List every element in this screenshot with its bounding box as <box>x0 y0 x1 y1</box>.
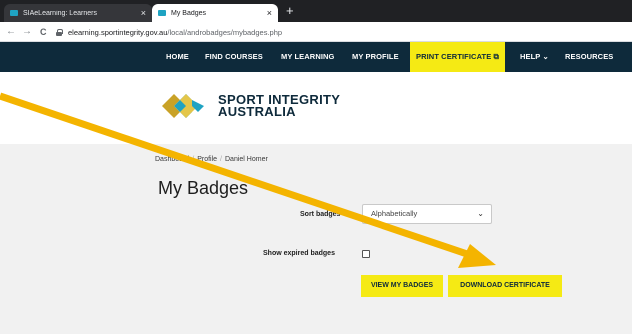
nav-my-profile[interactable]: MY PROFILE <box>352 42 399 72</box>
screenshot-root: SIAeLearning: Learners × My Badges × + ←… <box>0 0 632 334</box>
nav-my-learning[interactable]: MY LEARNING <box>281 42 334 72</box>
logo-line-2: AUSTRALIA <box>218 104 296 119</box>
url-text: elearning.sportintegrity.gov.au/local/an… <box>68 28 282 37</box>
lock-icon <box>56 28 63 36</box>
sport-integrity-logo-icon[interactable] <box>160 86 210 126</box>
browser-tab-my-badges[interactable]: My Badges × <box>152 4 278 22</box>
site-header: SPORT INTEGRITY AUSTRALIA <box>0 72 632 144</box>
nav-find-courses[interactable]: FIND COURSES <box>205 42 263 72</box>
breadcrumb: Dashboard / Profile / Daniel Homer <box>155 156 268 163</box>
close-tab-icon[interactable]: × <box>267 8 272 18</box>
tab-title: SIAeLearning: Learners <box>23 9 97 17</box>
breadcrumb-current: Daniel Homer <box>225 156 268 163</box>
view-my-badges-button[interactable]: VIEW MY BADGES <box>361 275 443 297</box>
site-favicon-icon <box>10 10 18 16</box>
breadcrumb-separator: / <box>192 156 195 163</box>
browser-tab-learners[interactable]: SIAeLearning: Learners × <box>4 4 152 22</box>
url-path: /local/androbadges/mybadges.php <box>167 27 283 37</box>
nav-print-certificate[interactable]: PRINT CERTIFICATE ⧉ <box>410 42 505 72</box>
url-host: elearning.sportintegrity.gov.au <box>68 27 168 37</box>
chevron-down-icon: ⌄ <box>477 209 484 218</box>
browser-address-bar: ← → C elearning.sportintegrity.gov.au/lo… <box>0 22 632 42</box>
nav-resources[interactable]: RESOURCES <box>565 42 613 72</box>
breadcrumb-dashboard[interactable]: Dashboard <box>155 156 189 163</box>
nav-help[interactable]: HELP ⌄ <box>520 42 549 72</box>
download-certificate-button[interactable]: DOWNLOAD CERTIFICATE <box>448 275 562 297</box>
main-content: Dashboard / Profile / Daniel Homer My Badges… <box>0 144 632 334</box>
breadcrumb-separator: / <box>220 156 222 163</box>
forward-arrow-icon[interactable]: → <box>22 25 32 39</box>
breadcrumb-profile[interactable]: Profile <box>197 156 217 163</box>
close-tab-icon[interactable]: × <box>141 8 146 18</box>
site-navigation: HOME FIND COURSES MY LEARNING MY PROFILE… <box>0 42 632 72</box>
new-tab-icon[interactable]: + <box>286 3 294 19</box>
browser-tab-strip: SIAeLearning: Learners × My Badges × + <box>0 0 632 22</box>
show-expired-label: Show expired badges <box>263 250 335 257</box>
show-expired-checkbox[interactable] <box>362 250 370 258</box>
url-field[interactable]: elearning.sportintegrity.gov.au/local/an… <box>56 25 616 39</box>
nav-home[interactable]: HOME <box>166 42 189 72</box>
reload-icon[interactable]: C <box>40 25 47 39</box>
sort-badges-label: Sort badges <box>300 211 341 218</box>
sort-selected-value: Alphabetically <box>371 209 418 218</box>
sort-badges-select[interactable]: Alphabetically ⌄ <box>362 204 492 224</box>
logo-wordmark: SPORT INTEGRITY AUSTRALIA <box>218 93 340 119</box>
page-title: My Badges <box>158 178 249 198</box>
back-arrow-icon[interactable]: ← <box>6 25 16 39</box>
site-favicon-icon <box>158 10 166 16</box>
tab-title: My Badges <box>171 9 207 17</box>
